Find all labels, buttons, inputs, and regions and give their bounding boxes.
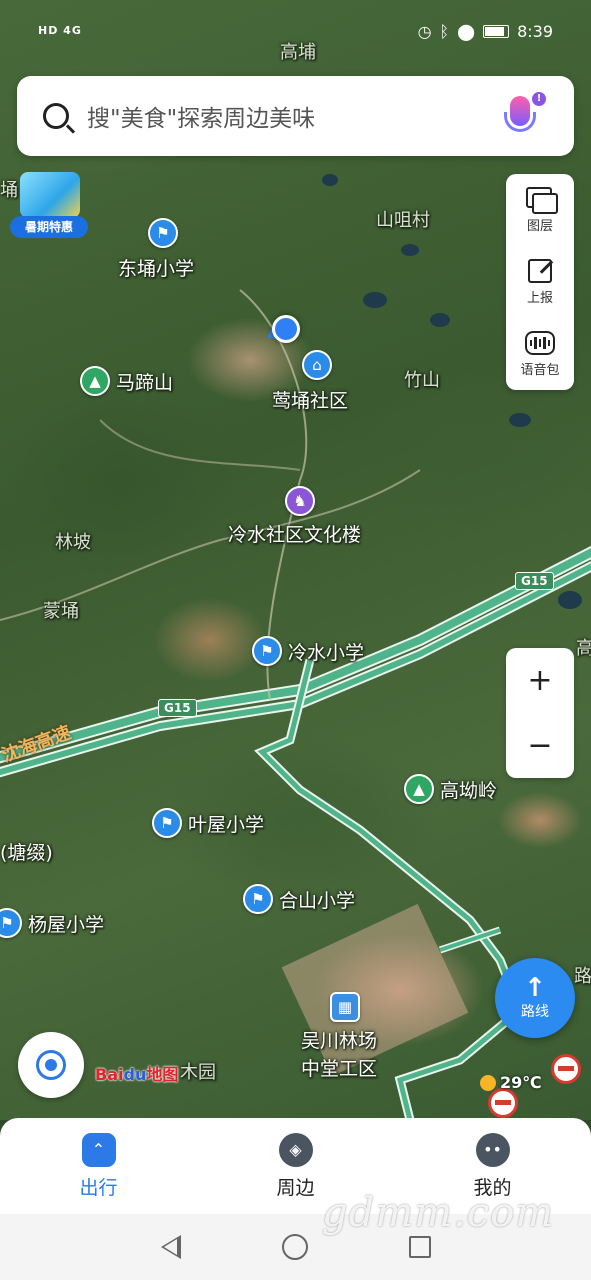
zoom-control: + − bbox=[506, 648, 574, 778]
weather-widget[interactable]: 29℃ bbox=[480, 1073, 542, 1092]
layers-icon bbox=[526, 186, 558, 214]
poi-label: 高坳岭 bbox=[440, 779, 498, 802]
place-label: (塘缀) bbox=[0, 842, 53, 864]
poi-lengshui-school[interactable]: ⚑ 冷水小学 bbox=[252, 636, 364, 666]
poi-wuchuan-forestry[interactable]: ▦ bbox=[330, 992, 360, 1022]
home-icon[interactable] bbox=[281, 1234, 308, 1260]
zoom-in-button[interactable]: + bbox=[506, 648, 574, 713]
layers-label: 图层 bbox=[526, 218, 553, 234]
promo-art-icon bbox=[20, 172, 80, 218]
report-button[interactable]: 上报 bbox=[506, 246, 574, 318]
layers-button[interactable]: 图层 bbox=[506, 174, 574, 246]
promo-label: 暑期特惠 bbox=[10, 216, 88, 238]
school-icon: ⚑ bbox=[243, 884, 273, 914]
place-label: 山咀村 bbox=[376, 210, 430, 231]
poi-yingyong-community[interactable]: ⌂ bbox=[302, 350, 332, 380]
sun-icon bbox=[480, 1074, 496, 1091]
location-icon: ⬤ bbox=[457, 22, 476, 41]
place-label: 高 bbox=[576, 638, 591, 659]
baidu-map-logo: Baidu地图 bbox=[95, 1065, 179, 1084]
alarm-icon: ◷ bbox=[417, 22, 432, 41]
culture-icon: ♞ bbox=[285, 486, 315, 516]
place-label: 竹山 bbox=[404, 370, 440, 391]
poi-label: 冷水社区文化楼 bbox=[228, 524, 362, 546]
report-label: 上报 bbox=[526, 290, 553, 306]
zoom-out-button[interactable]: − bbox=[506, 713, 574, 778]
summer-promo-banner[interactable]: 暑期特惠 bbox=[10, 172, 88, 240]
poi-label: 马蹄山 bbox=[116, 371, 174, 394]
no-entry-icon[interactable] bbox=[488, 1088, 518, 1118]
search-bar[interactable]: 搜"美食"探索周边美味 ! bbox=[17, 76, 574, 156]
highway-badge: G15 bbox=[158, 699, 197, 717]
no-entry-icon[interactable] bbox=[551, 1054, 581, 1084]
mountain-icon: ▲ bbox=[404, 774, 434, 804]
search-placeholder: 搜"美食"探索周边美味 bbox=[87, 106, 316, 132]
current-location-marker bbox=[272, 315, 300, 343]
poi-lengshui-culture[interactable]: ♞ bbox=[285, 486, 315, 516]
place-label: 木园 bbox=[180, 1062, 216, 1083]
watermark: gdmm.com bbox=[322, 1190, 555, 1236]
building-icon: ▦ bbox=[330, 992, 360, 1022]
highway-badge: G15 bbox=[515, 572, 554, 590]
compass-icon: ◈ bbox=[278, 1132, 313, 1167]
microphone-icon bbox=[510, 96, 530, 126]
poi-matishan[interactable]: ▲ 马蹄山 bbox=[80, 366, 173, 396]
school-icon: ⚑ bbox=[252, 636, 282, 666]
temperature: 29℃ bbox=[500, 1073, 542, 1092]
travel-icon: ⌃ bbox=[81, 1132, 116, 1167]
poi-heshan-school[interactable]: ⚑ 合山小学 bbox=[243, 884, 355, 914]
poi-yewu-school[interactable]: ⚑ 叶屋小学 bbox=[152, 808, 264, 838]
poi-label: 杨屋小学 bbox=[28, 913, 105, 936]
tab-label: 周边 bbox=[276, 1176, 315, 1199]
map-canvas[interactable]: 高埔 山咀村 竹山 林坡 蒙埇 (塘缀) 木园 埇 高 路 ⚑ 东埇小学 ▲ 马… bbox=[0, 0, 591, 1120]
route-arrow-icon: ↑ bbox=[524, 973, 546, 1003]
voice-pack-button[interactable]: 语音包 bbox=[506, 318, 574, 390]
tab-label: 出行 bbox=[79, 1176, 118, 1199]
voice-pack-label: 语音包 bbox=[520, 362, 560, 378]
route-label: 路线 bbox=[521, 1004, 549, 1020]
poi-label: 冷水小学 bbox=[288, 641, 365, 664]
place-label: 林坡 bbox=[55, 532, 91, 553]
road-network bbox=[0, 174, 591, 1120]
poi-yangwu-school[interactable]: ⚑ 杨屋小学 bbox=[0, 908, 104, 938]
school-icon: ⚑ bbox=[0, 908, 22, 938]
poi-label: 叶屋小学 bbox=[188, 813, 265, 836]
place-label: 路 bbox=[574, 966, 591, 987]
battery-icon bbox=[483, 25, 510, 38]
map-toolbar: 图层 上报 语音包 bbox=[506, 174, 574, 390]
network-indicator: HD 4G bbox=[38, 24, 82, 37]
community-icon: ⌂ bbox=[302, 350, 332, 380]
status-bar: HD 4G ◷ ᛒ ⬤ 8:39 bbox=[0, 0, 591, 66]
bluetooth-icon: ᛒ bbox=[439, 22, 450, 41]
locate-icon bbox=[36, 1050, 66, 1080]
place-label: 蒙埇 bbox=[43, 601, 79, 622]
tab-travel[interactable]: ⌃ 出行 bbox=[39, 1132, 159, 1200]
voice-pack-icon bbox=[525, 330, 555, 355]
poi-label: 东埇小学 bbox=[118, 258, 195, 280]
school-icon: ⚑ bbox=[152, 808, 182, 838]
clock: 8:39 bbox=[517, 22, 553, 41]
profile-icon: •• bbox=[475, 1132, 510, 1167]
school-icon: ⚑ bbox=[148, 218, 178, 248]
poi-label: 合山小学 bbox=[279, 889, 356, 912]
voice-search-button[interactable]: ! bbox=[500, 92, 546, 142]
locate-me-button[interactable] bbox=[18, 1032, 84, 1098]
mountain-icon: ▲ bbox=[80, 366, 110, 396]
poi-label: 中堂工区 bbox=[301, 1058, 378, 1080]
back-icon[interactable] bbox=[160, 1235, 181, 1259]
poi-label: 吴川林场 bbox=[301, 1030, 378, 1052]
edit-icon bbox=[528, 258, 552, 283]
route-button[interactable]: ↑ 路线 bbox=[495, 958, 575, 1038]
poi-gaoaoling[interactable]: ▲ 高坳岭 bbox=[404, 774, 497, 804]
search-icon bbox=[43, 103, 69, 129]
poi-label: 莺埇社区 bbox=[272, 390, 349, 412]
poi-dongyong-school[interactable]: ⚑ bbox=[148, 218, 178, 248]
notification-badge-icon: ! bbox=[532, 92, 546, 106]
recent-apps-icon[interactable] bbox=[408, 1236, 431, 1258]
